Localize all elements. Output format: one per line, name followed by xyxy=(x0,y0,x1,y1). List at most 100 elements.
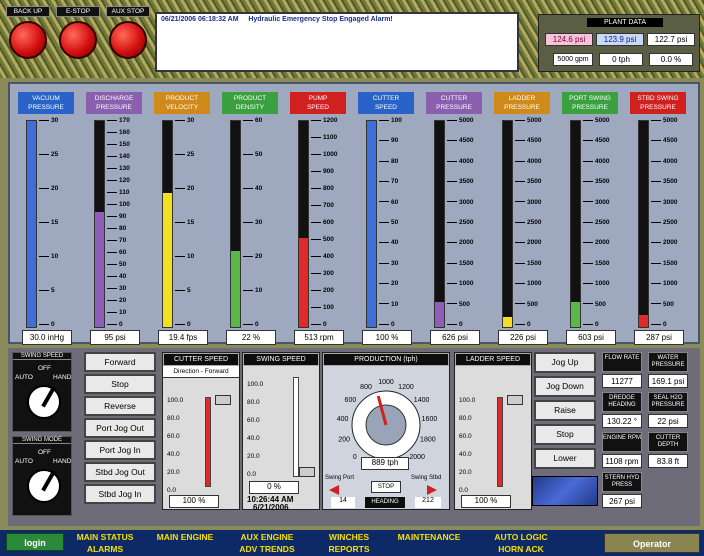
gauge-tick: 5000 xyxy=(515,117,541,124)
nav-item[interactable]: HORN ACK xyxy=(482,544,560,554)
nav-item[interactable]: MAINTENANCE xyxy=(390,532,468,542)
dial-tick: 2000 xyxy=(409,454,425,461)
slider-tick: 80.0 xyxy=(247,399,260,406)
ladder-btn-4[interactable]: Lower xyxy=(534,448,596,469)
gauge-tick: 70 xyxy=(379,178,398,185)
login-button[interactable]: login xyxy=(6,533,64,551)
slider-tick: 60.0 xyxy=(247,417,260,424)
aux-stop-button[interactable]: AUX STOP xyxy=(106,6,150,59)
gauge-tick: 20 xyxy=(175,185,194,192)
slider-tick: 100.0 xyxy=(459,397,476,404)
ladder-btn-1[interactable]: Jog Down xyxy=(534,376,596,397)
swing-btn-5[interactable]: Stbd Jog Out xyxy=(84,462,156,482)
slider-tick: 40.0 xyxy=(247,435,260,442)
ladder-speed-block: LADDER SPEED 100.0 80.0 60.0 40.0 20.0 0.0 10… xyxy=(454,352,532,510)
gauge-bar xyxy=(162,120,173,328)
swing-btn-4[interactable]: Port Jog In xyxy=(84,440,156,460)
gauge-tick: 100 xyxy=(311,304,334,311)
swing-port-arrow-icon[interactable] xyxy=(329,485,339,495)
info-value: 11277 gpm xyxy=(602,374,642,399)
plant-p1: 124.6 psi xyxy=(545,33,593,46)
nav-item[interactable]: REPORTS xyxy=(310,544,388,554)
ladder-btn-0[interactable]: Jog Up xyxy=(534,352,596,373)
swing-mode-knob-icon[interactable] xyxy=(27,469,61,503)
gauge-fill xyxy=(639,314,648,327)
gauge-tick: 0 xyxy=(39,321,55,328)
swing-stbd-arrow-icon[interactable] xyxy=(427,485,437,495)
info-label: SEAL H2O PRESSURE xyxy=(648,392,688,412)
gauge-tick: 300 xyxy=(311,270,334,277)
alarm-box: 06/21/2006 06:18:32 AM Hydraulic Emergen… xyxy=(155,12,519,72)
swing-btn-1[interactable]: Stop xyxy=(84,374,156,394)
nav-item[interactable]: ADV TRENDS xyxy=(228,544,306,554)
gauge-value: 22 % xyxy=(226,330,276,345)
nav-item[interactable]: MAIN ENGINE xyxy=(146,532,224,542)
gauge-bar xyxy=(570,120,581,328)
swing-btn-0[interactable]: Forward xyxy=(84,352,156,372)
dial-tick: 1400 xyxy=(414,397,430,404)
gauge-7: LADDER PRESSURE 5000 4500 4000 3500 3000 2500 20… xyxy=(492,92,552,345)
gauge-fill xyxy=(299,238,308,327)
dial-tick: 600 xyxy=(345,397,357,404)
gauge-tick: 0 xyxy=(175,321,191,328)
gauge-tick: 150 xyxy=(107,141,130,148)
swing-btn-3[interactable]: Port Jog Out xyxy=(84,418,156,438)
gauge-tick: 2500 xyxy=(651,219,677,226)
gauge-tick: 2500 xyxy=(515,219,541,226)
backup-button[interactable]: BACK UP xyxy=(6,6,50,59)
top-bar: BACK UP E-STOP AUX STOP 06/21/2006 06:18… xyxy=(0,0,704,78)
dial-tick: 0 xyxy=(353,454,357,461)
ladder-slider-track[interactable] xyxy=(497,397,503,487)
gauge-tick: 50 xyxy=(379,219,398,226)
gauge-tick: 30 xyxy=(39,117,58,124)
gauge-fill xyxy=(435,302,444,327)
gauge-tick: 0 xyxy=(107,321,123,328)
cutter-slider-thumb[interactable] xyxy=(215,395,231,405)
slider-tick: 40.0 xyxy=(167,451,180,458)
swing-speed-knob-icon[interactable] xyxy=(27,385,61,419)
dredge-logo xyxy=(532,476,598,506)
swing-speed-selector[interactable]: SWING SPEED OFF AUTO HAND xyxy=(12,352,72,432)
slider-tick: 0.0 xyxy=(247,471,257,478)
cutter-direction: Direction - Forward xyxy=(163,366,239,378)
gauge-ticks: 60 50 40 30 20 10 0 xyxy=(243,117,277,328)
gauge-tick: 1000 xyxy=(447,280,473,287)
gauge-tick: 3500 xyxy=(447,178,473,185)
backup-stop-icon[interactable] xyxy=(9,21,47,59)
swing-mode-selector[interactable]: SWING MODE OFF AUTO HAND xyxy=(12,436,72,516)
ladder-slider-thumb[interactable] xyxy=(507,395,523,405)
estop-button[interactable]: E-STOP xyxy=(56,6,100,59)
gauge-tick: 110 xyxy=(107,189,130,196)
gauge-title: STBD SWING PRESSURE xyxy=(630,92,686,114)
operator-button[interactable]: Operator xyxy=(604,533,700,553)
nav-item[interactable]: AUX ENGINE xyxy=(228,532,306,542)
swing-slider-thumb[interactable] xyxy=(299,467,315,477)
gauge-tick: 1100 xyxy=(311,134,337,141)
swing-btn-2[interactable]: Reverse xyxy=(84,396,156,416)
gauge-bar xyxy=(298,120,309,328)
gauge-tick: 0 xyxy=(583,321,599,328)
swing-slider-track[interactable] xyxy=(293,377,299,477)
swing-btn-6[interactable]: Stbd Jog In xyxy=(84,484,156,504)
aux-stop-icon[interactable] xyxy=(109,21,147,59)
production-block: PRODUCTION (tph) 0 200 400 600 800 1000 1200 14… xyxy=(322,352,450,510)
swing-stop-button[interactable]: STOP xyxy=(371,481,401,493)
estop-icon[interactable] xyxy=(59,21,97,59)
gauge-tick: 70 xyxy=(107,237,126,244)
gauge-ticks: 5000 4500 4000 3500 3000 2500 2000 1500 1000 500 0 xyxy=(515,117,549,328)
nav-item[interactable]: AUTO LOGIC xyxy=(482,532,560,542)
gauge-tick: 15 xyxy=(175,219,194,226)
nav-item[interactable]: WINCHES xyxy=(310,532,388,542)
nav-item[interactable]: ALARMS xyxy=(66,544,144,554)
gauge-tick: 30 xyxy=(243,219,262,226)
gauge-0: VACUUM PRESSURE 30 25 20 15 10 5 0 30.0 inHg xyxy=(16,92,76,345)
nav-item[interactable]: MAIN STATUS xyxy=(66,532,144,542)
ladder-btn-2[interactable]: Raise xyxy=(534,400,596,421)
ladder-btn-3[interactable]: Stop xyxy=(534,424,596,445)
gauge-tick: 3500 xyxy=(515,178,541,185)
gauge-tick: 0 xyxy=(515,321,531,328)
cutter-slider-track[interactable] xyxy=(205,397,211,487)
gauge-tick: 5000 xyxy=(583,117,609,124)
gauge-tick: 20 xyxy=(39,185,58,192)
swing-stbd-label: Swing Stbd xyxy=(411,475,442,481)
